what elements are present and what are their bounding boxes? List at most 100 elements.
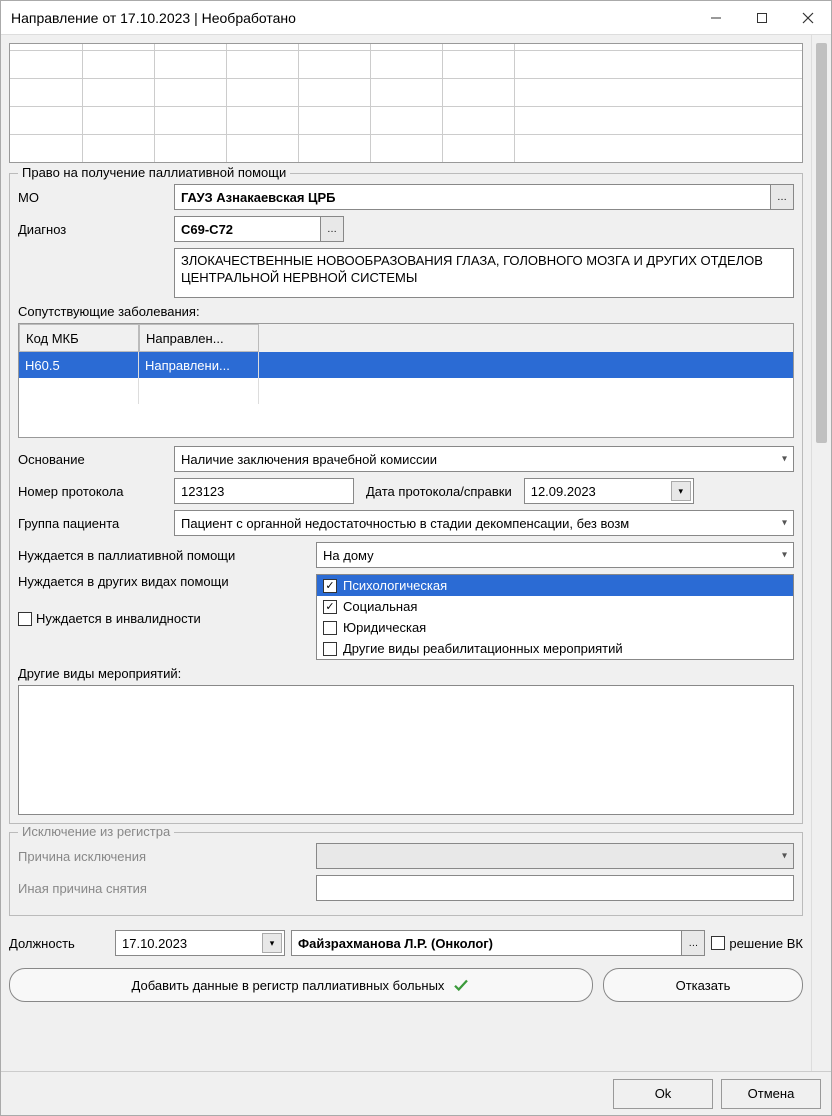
date-picker-button[interactable]: ▾	[262, 933, 282, 953]
checkbox-icon	[323, 621, 337, 635]
exclusion-legend: Исключение из регистра	[18, 824, 174, 839]
palliative-legend: Право на получение паллиативной помощи	[18, 165, 290, 180]
comorbid-cell-code: H60.5	[19, 352, 139, 378]
titlebar-controls	[693, 1, 831, 35]
checklist-item-label: Юридическая	[343, 620, 426, 635]
diagnosis-description[interactable]: ЗЛОКАЧЕСТВЕННЫЕ НОВООБРАЗОВАНИЯ ГЛАЗА, Г…	[174, 248, 794, 298]
chevron-down-icon: ▾	[782, 454, 787, 465]
position-date-value: 17.10.2023	[122, 936, 187, 951]
diagnosis-code-lookup-button[interactable]: …	[320, 216, 344, 242]
group-value: Пациент с органной недостаточностью в ст…	[181, 516, 629, 531]
basis-select[interactable]: Наличие заключения врачебной комиссии ▾	[174, 446, 794, 472]
needs-invalid-label: Нуждается в инвалидности	[36, 611, 201, 626]
vk-label: решение ВК	[729, 936, 803, 951]
vk-checkbox[interactable]: решение ВК	[711, 936, 803, 951]
group-label: Группа пациента	[18, 516, 168, 531]
cancel-button[interactable]: Отмена	[721, 1079, 821, 1109]
scrollbar-thumb[interactable]	[816, 43, 827, 443]
comorbid-cell-ref: Направлени...	[139, 352, 259, 378]
table-row[interactable]: H60.5 Направлени...	[19, 352, 793, 378]
actions-row: Добавить данные в регистр паллиативных б…	[9, 962, 803, 1012]
titlebar: Направление от 17.10.2023 | Необработано	[1, 1, 831, 35]
content-area: Право на получение паллиативной помощи М…	[1, 35, 831, 1071]
reject-button[interactable]: Отказать	[603, 968, 803, 1002]
protocol-num-label: Номер протокола	[18, 484, 168, 499]
comorbid-label: Сопутствующие заболевания:	[18, 304, 794, 319]
basis-value: Наличие заключения врачебной комиссии	[181, 452, 437, 467]
protocol-date-label: Дата протокола/справки	[360, 484, 518, 499]
vertical-scrollbar[interactable]	[811, 35, 831, 1071]
add-to-registry-label: Добавить данные в регистр паллиативных б…	[132, 978, 445, 993]
date-picker-button[interactable]: ▾	[671, 481, 691, 501]
diagnosis-label: Диагноз	[18, 222, 168, 237]
needs-pall-label: Нуждается в паллиативной помощи	[18, 548, 310, 563]
needs-invalid-checkbox[interactable]: Нуждается в инвалидности	[18, 611, 310, 626]
chevron-down-icon: ▾	[782, 550, 787, 561]
basis-label: Основание	[18, 452, 168, 467]
palliative-fieldset: Право на получение паллиативной помощи М…	[9, 173, 803, 824]
diagnosis-code-lookup[interactable]: C69-C72 …	[174, 216, 344, 242]
cancel-label: Отмена	[748, 1086, 795, 1101]
chevron-down-icon: ▾	[782, 851, 787, 862]
dialog-footer: Ok Отмена	[1, 1071, 831, 1115]
comorbid-table[interactable]: Код МКБ Направлен... H60.5 Направлени...	[18, 323, 794, 438]
group-select[interactable]: Пациент с органной недостаточностью в ст…	[174, 510, 794, 536]
add-to-registry-button[interactable]: Добавить данные в регистр паллиативных б…	[9, 968, 593, 1002]
checklist-item-label: Психологическая	[343, 578, 447, 593]
position-label: Должность	[9, 936, 109, 951]
checkbox-icon	[711, 936, 725, 950]
main-panel: Право на получение паллиативной помощи М…	[1, 35, 811, 1071]
needs-other-checklist[interactable]: Психологическая Социальная Юридическая	[316, 574, 794, 660]
needs-pall-value: На дому	[323, 548, 374, 563]
form-area: Право на получение паллиативной помощи М…	[9, 43, 803, 1071]
comorbid-th-ref[interactable]: Направлен...	[139, 324, 259, 352]
chevron-down-icon: ▾	[782, 518, 787, 529]
checkbox-icon	[18, 612, 32, 626]
comorbid-thead: Код МКБ Направлен...	[19, 324, 793, 352]
check-icon	[452, 976, 470, 994]
list-item[interactable]: Социальная	[317, 596, 793, 617]
mo-lookup[interactable]: ГАУЗ Азнакаевская ЦРБ …	[174, 184, 794, 210]
protocol-date-value: 12.09.2023	[531, 484, 596, 499]
exclusion-reason-label: Причина исключения	[18, 849, 310, 864]
top-grid[interactable]	[9, 43, 803, 163]
other-events-textarea[interactable]	[18, 685, 794, 815]
table-row[interactable]	[19, 378, 793, 404]
mo-lookup-button[interactable]: …	[770, 184, 794, 210]
position-date-input[interactable]: 17.10.2023 ▾	[115, 930, 285, 956]
maximize-button[interactable]	[739, 1, 785, 35]
ok-label: Ok	[655, 1086, 672, 1101]
doctor-input[interactable]: Файзрахманова Л.Р. (Онколог)	[291, 930, 681, 956]
minimize-button[interactable]	[693, 1, 739, 35]
exclusion-reason-select: ▾	[316, 843, 794, 869]
doctor-lookup[interactable]: Файзрахманова Л.Р. (Онколог) …	[291, 930, 705, 956]
checkbox-icon	[323, 600, 337, 614]
ok-button[interactable]: Ok	[613, 1079, 713, 1109]
checklist-item-label: Социальная	[343, 599, 417, 614]
needs-pall-select[interactable]: На дому ▾	[316, 542, 794, 568]
window-title: Направление от 17.10.2023 | Необработано	[11, 10, 693, 26]
exclusion-other-label: Иная причина снятия	[18, 881, 310, 896]
needs-other-label: Нуждается в других видах помощи	[18, 574, 310, 589]
position-row: Должность 17.10.2023 ▾ Файзрахманова Л.Р…	[9, 924, 803, 962]
exclusion-fieldset: Исключение из регистра Причина исключени…	[9, 832, 803, 916]
comorbid-th-code[interactable]: Код МКБ	[19, 324, 139, 352]
diagnosis-code-input[interactable]: C69-C72	[174, 216, 320, 242]
close-button[interactable]	[785, 1, 831, 35]
list-item[interactable]: Юридическая	[317, 617, 793, 638]
list-item[interactable]: Другие виды реабилитационных мероприятий	[317, 638, 793, 659]
list-item[interactable]: Психологическая	[317, 575, 793, 596]
protocol-num-input[interactable]: 123123	[174, 478, 354, 504]
doctor-lookup-button[interactable]: …	[681, 930, 705, 956]
checkbox-icon	[323, 642, 337, 656]
checkbox-icon	[323, 579, 337, 593]
mo-label: МО	[18, 190, 168, 205]
other-events-label: Другие виды мероприятий:	[18, 666, 794, 681]
window: Направление от 17.10.2023 | Необработано	[0, 0, 832, 1116]
mo-input[interactable]: ГАУЗ Азнакаевская ЦРБ	[174, 184, 770, 210]
comorbid-tbody: H60.5 Направлени...	[19, 352, 793, 404]
exclusion-other-input	[316, 875, 794, 901]
left-col: Нуждается в других видах помощи Нуждаетс…	[18, 574, 310, 626]
checklist-item-label: Другие виды реабилитационных мероприятий	[343, 641, 623, 656]
protocol-date-input[interactable]: 12.09.2023 ▾	[524, 478, 694, 504]
